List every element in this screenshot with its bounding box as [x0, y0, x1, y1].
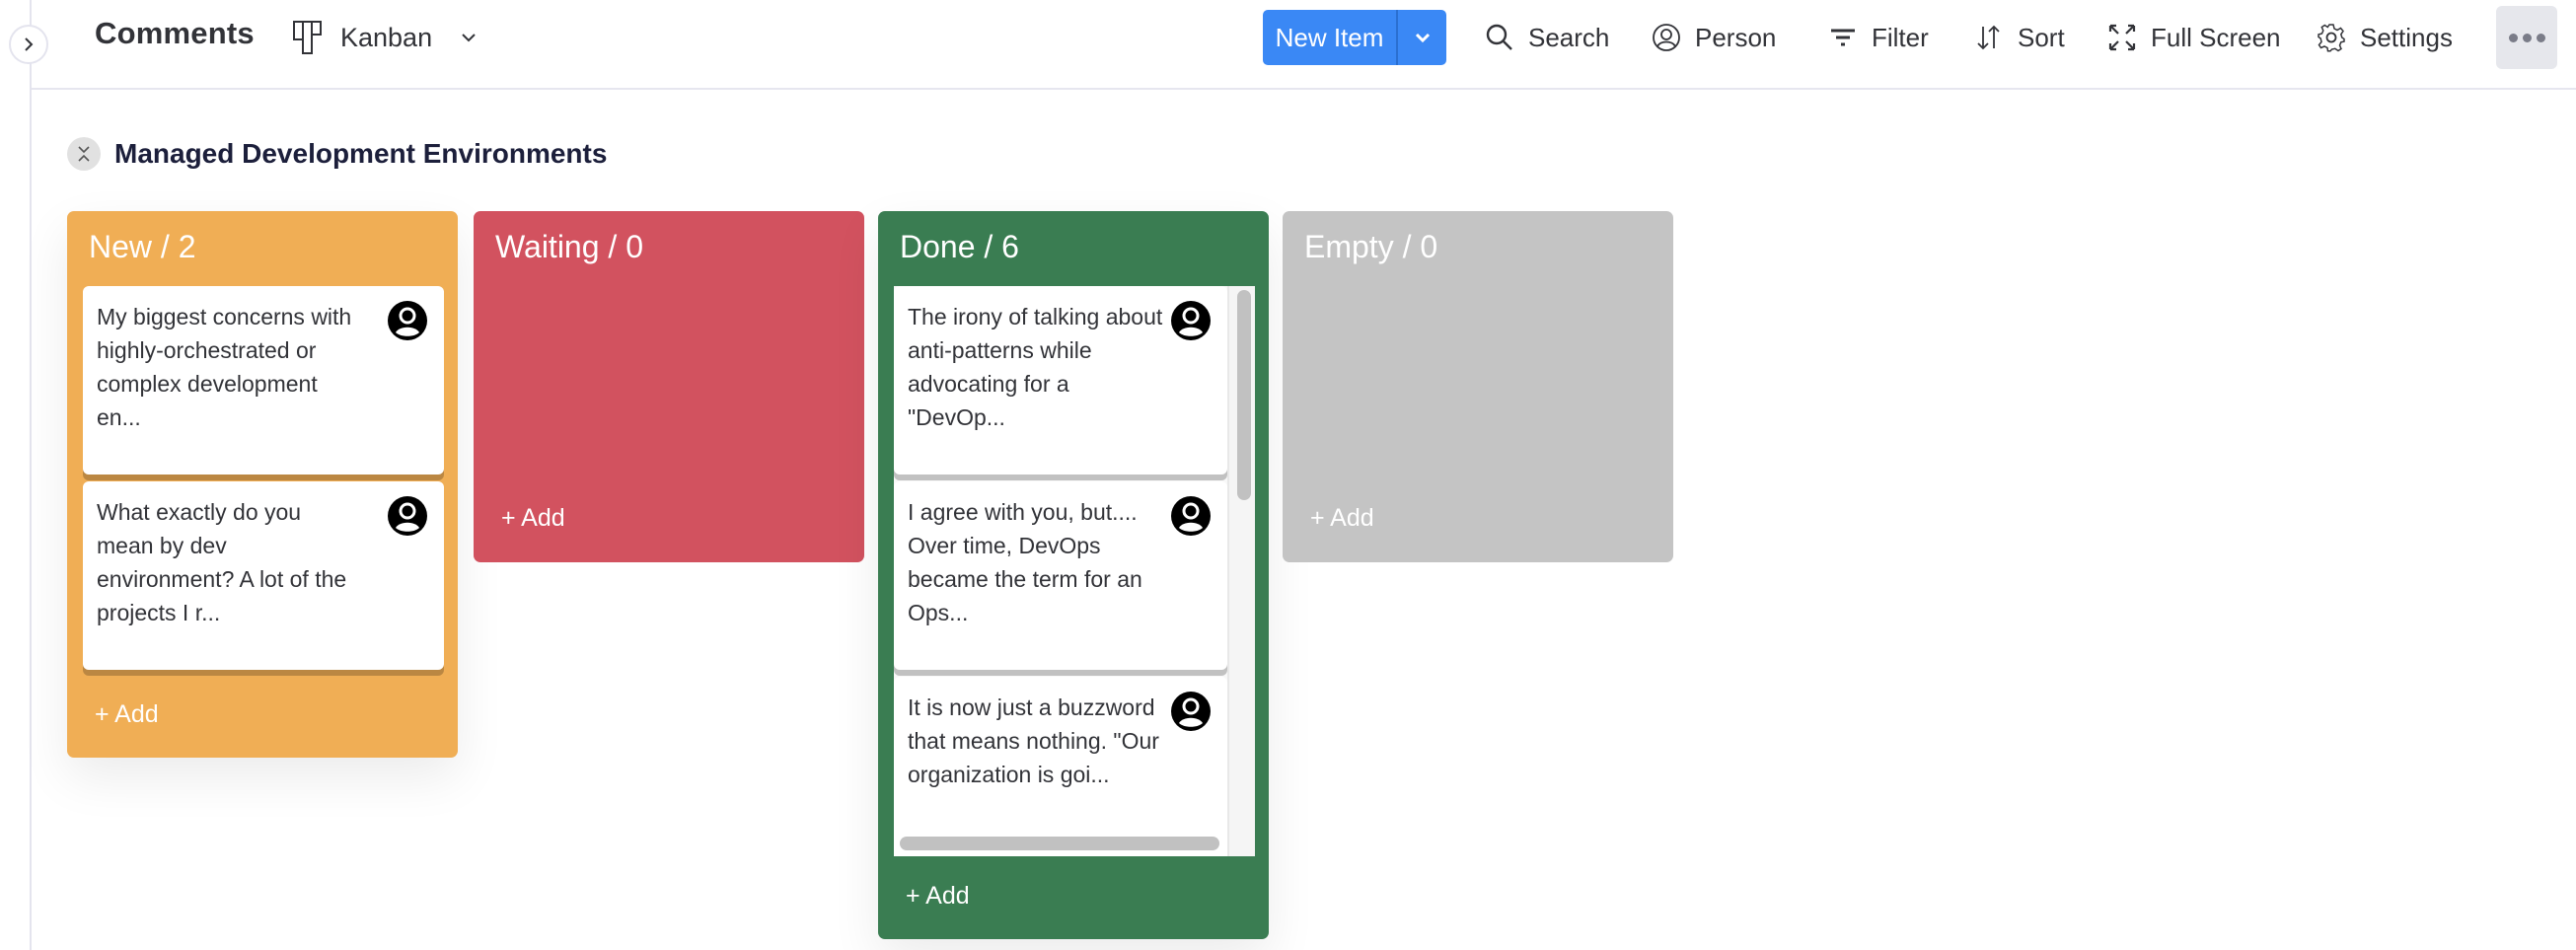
column-empty: Empty / 0 + Add [1283, 211, 1673, 562]
fullscreen-icon [2108, 24, 2136, 51]
dots-icon [2508, 33, 2518, 42]
sort-button[interactable]: Sort [1974, 18, 2065, 57]
column-title: New / 2 [89, 229, 196, 264]
column-done: Done / 6 The irony of talking about anti… [878, 211, 1269, 939]
person-icon [1653, 24, 1680, 51]
column-new: New / 2 My biggest concerns with highly-… [67, 211, 458, 758]
kanban-card[interactable]: What exactly do you mean by dev environm… [83, 481, 444, 670]
dots-icon [2536, 33, 2545, 42]
avatar-icon [1171, 496, 1211, 536]
filter-label: Filter [1872, 22, 1929, 52]
card-text: It is now just a buzzword that means not… [908, 694, 1159, 787]
search-icon [1486, 24, 1512, 50]
column-title: Waiting / 0 [495, 229, 643, 264]
settings-button[interactable]: Settings [2317, 18, 2453, 57]
person-filter-button[interactable]: Person [1652, 18, 1776, 57]
fullscreen-button[interactable]: Full Screen [2107, 18, 2281, 57]
vertical-scrollbar[interactable] [1227, 286, 1255, 856]
kanban-card[interactable]: My biggest concerns with highly-orchestr… [83, 286, 444, 475]
card-text: What exactly do you mean by dev environm… [97, 499, 347, 625]
chevron-down-icon [462, 34, 476, 42]
add-card-button[interactable]: + Add [501, 504, 565, 533]
new-item-button[interactable]: New Item [1263, 10, 1398, 65]
column-title: Done / 6 [900, 229, 1019, 264]
fullscreen-label: Full Screen [2151, 22, 2281, 52]
horizontal-scrollbar-thumb[interactable] [900, 837, 1219, 850]
column-waiting: Waiting / 0 + Add [474, 211, 864, 562]
card-text: I agree with you, but.... Over time, Dev… [908, 499, 1142, 625]
filter-button[interactable]: Filter [1828, 18, 1929, 57]
sort-label: Sort [2018, 22, 2065, 52]
group-title: Managed Development Environments [114, 138, 608, 169]
column-title: Empty / 0 [1304, 229, 1438, 264]
person-label: Person [1695, 22, 1777, 52]
gear-icon [2318, 24, 2345, 52]
board-title: Comments [95, 16, 255, 50]
avatar-icon [388, 496, 427, 536]
add-card-button[interactable]: + Add [1310, 504, 1374, 533]
collapse-group-button[interactable] [67, 137, 101, 171]
kanban-card[interactable]: The irony of talking about anti-patterns… [894, 286, 1227, 475]
avatar-icon [1171, 301, 1211, 340]
view-label: Kanban [340, 22, 433, 52]
add-card-button[interactable]: + Add [95, 700, 159, 729]
sidebar-divider [30, 0, 32, 950]
kanban-card[interactable]: I agree with you, but.... Over time, Dev… [894, 481, 1227, 670]
add-card-button[interactable]: + Add [906, 882, 970, 911]
search-label: Search [1528, 22, 1610, 52]
dots-icon [2522, 33, 2532, 42]
card-text: My biggest concerns with highly-orchestr… [97, 304, 352, 430]
kanban-icon [293, 21, 322, 54]
settings-label: Settings [2360, 22, 2453, 52]
more-options-button[interactable] [2496, 6, 2557, 69]
new-item-button-group: New Item [1263, 10, 1446, 65]
vertical-scrollbar-thumb[interactable] [1237, 290, 1251, 500]
search-button[interactable]: Search [1485, 18, 1609, 57]
filter-icon [1831, 29, 1855, 46]
avatar-icon [388, 301, 427, 340]
new-item-dropdown-button[interactable] [1398, 10, 1446, 65]
collapse-icon [78, 146, 90, 162]
sort-icon [1977, 25, 2000, 50]
chevron-down-icon [1415, 33, 1430, 43]
avatar-icon [1171, 692, 1211, 731]
view-selector[interactable]: Kanban [293, 18, 478, 57]
group-header: Managed Development Environments [67, 136, 607, 172]
card-text: The irony of talking about anti-patterns… [908, 304, 1163, 430]
kanban-card[interactable]: It is now just a buzzword that means not… [894, 677, 1227, 856]
cards-scroll-area[interactable]: The irony of talking about anti-patterns… [894, 286, 1255, 856]
kanban-app: Comments Kanban New Item Search Person F… [0, 0, 2576, 950]
